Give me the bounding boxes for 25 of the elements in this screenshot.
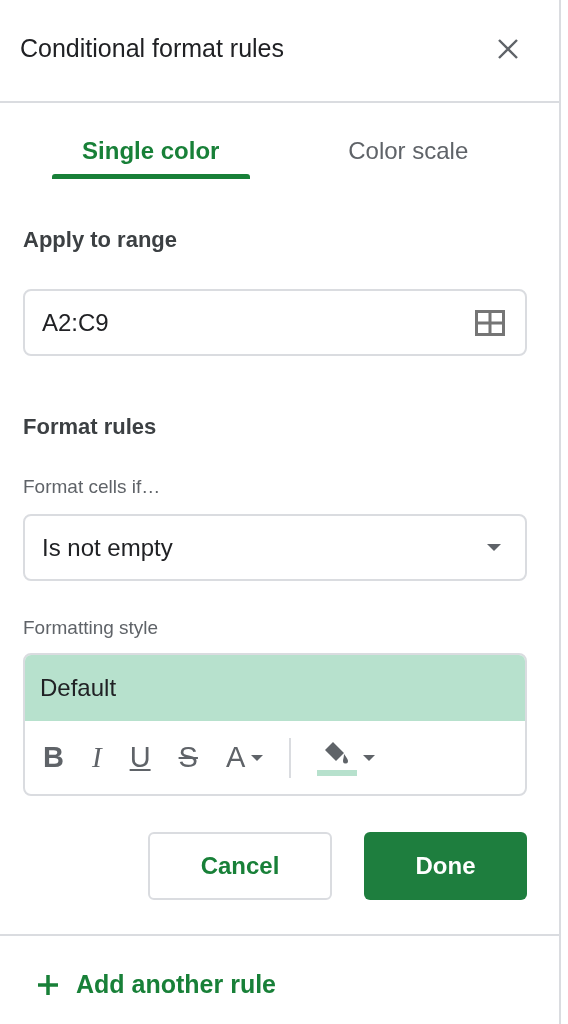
tab[interactable]: Single color	[22, 133, 280, 179]
grid-icon	[475, 309, 505, 336]
plus-icon	[38, 974, 58, 995]
italic-button[interactable]: I	[83, 735, 110, 780]
section-heading: Apply to range	[23, 227, 178, 253]
strikethrough-button[interactable]: S	[170, 735, 206, 780]
field-label: Formatting style	[23, 617, 160, 639]
caret-icon	[251, 754, 264, 761]
underline-button[interactable]: U	[121, 735, 159, 780]
range-field[interactable]: A2:C9	[23, 289, 527, 356]
tab[interactable]: Color scale	[279, 133, 537, 179]
close-button[interactable]	[497, 37, 519, 60]
caret-icon	[363, 754, 376, 761]
close-icon	[497, 37, 519, 60]
dropdown-arrow-icon	[487, 544, 501, 551]
cancel-button[interactable]: Cancel	[148, 832, 332, 900]
section-heading: Format rules	[23, 414, 158, 440]
done-button[interactable]: Done	[364, 832, 527, 900]
bold-button[interactable]: B	[35, 735, 72, 780]
style-preview[interactable]: Default	[25, 655, 525, 721]
field-label: Format cells if…	[23, 476, 162, 498]
panel-title: Conditional format rules	[20, 34, 284, 63]
condition-dropdown[interactable]: Is not empty	[23, 514, 527, 581]
text-color-button[interactable]: A	[217, 735, 272, 780]
add-rule-button[interactable]: Add another rule	[38, 970, 276, 999]
